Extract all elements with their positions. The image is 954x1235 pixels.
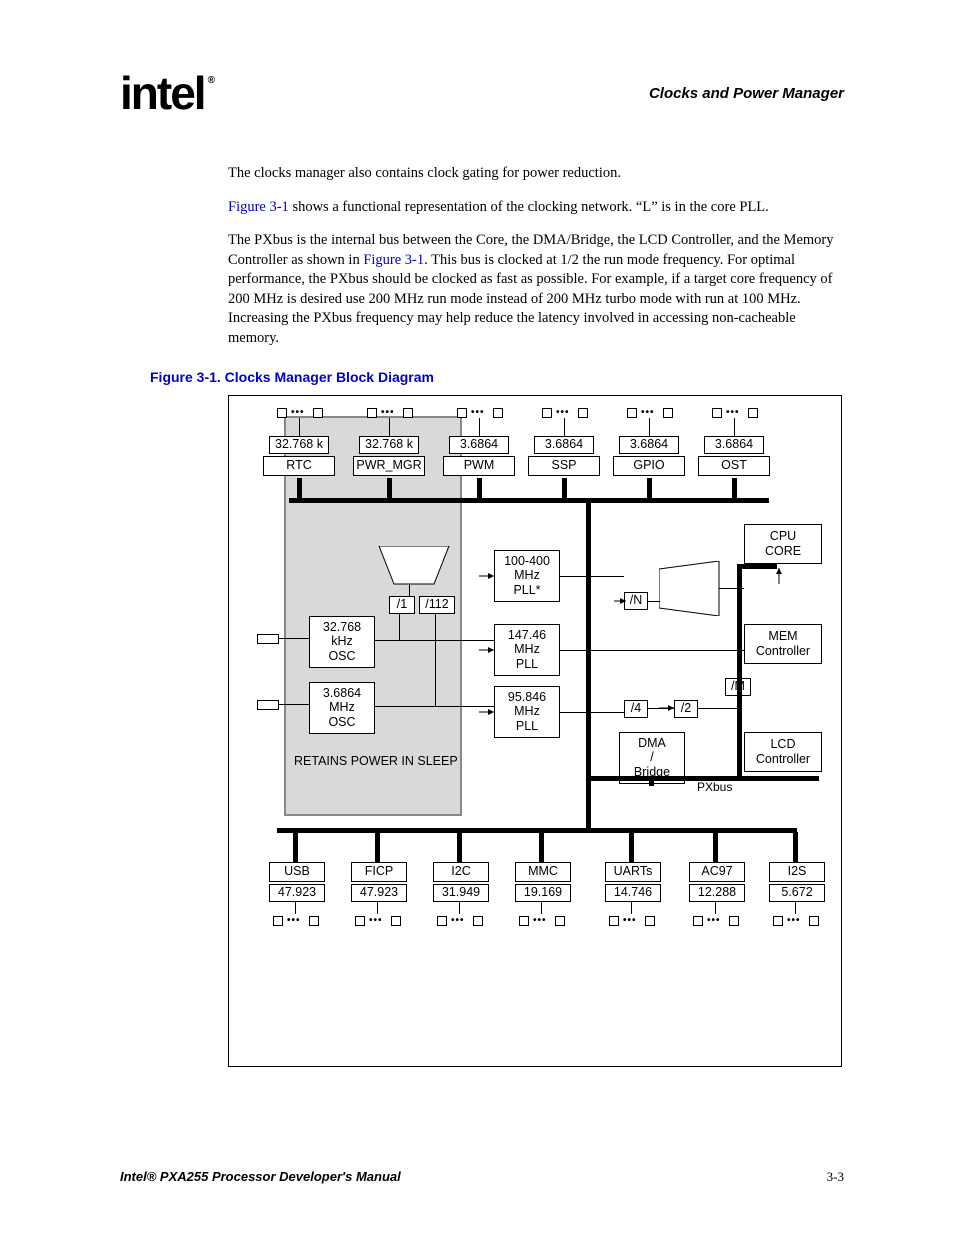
para-1: The clocks manager also contains clock g… [228, 164, 844, 184]
gate-tick [457, 408, 467, 418]
gate-tick [729, 916, 739, 926]
div-2: /2 [674, 700, 698, 718]
sleep-label: RETAINS POWER IN SLEEP [294, 754, 458, 768]
gate-dots: ••• [641, 407, 655, 418]
gate-dots: ••• [707, 915, 721, 926]
freq-box-ssp: 3.6864 [534, 436, 594, 454]
gate-tick [391, 916, 401, 926]
freq-box-ficp: 47.923 [351, 884, 407, 902]
freq-box-i2c: 31.949 [433, 884, 489, 902]
div-1: /1 [389, 596, 415, 614]
body-text: The clocks manager also contains clock g… [228, 164, 844, 349]
block-gpio: GPIO [613, 456, 685, 476]
gate-tick [542, 408, 552, 418]
freq-box-ost: 3.6864 [704, 436, 764, 454]
mux-left [369, 546, 459, 586]
gate-dots: ••• [533, 915, 547, 926]
freq-box-ac97: 12.288 [689, 884, 745, 902]
cpu-core: CPUCORE [744, 524, 822, 564]
gate-tick [809, 916, 819, 926]
gate-dots: ••• [369, 915, 383, 926]
block-i2c: I2C [433, 862, 489, 882]
freq-box-usb: 47.923 [269, 884, 325, 902]
lcd-controller: LCDController [744, 732, 822, 772]
gate-tick [555, 916, 565, 926]
gate-tick [437, 916, 447, 926]
freq-box-mmc: 19.169 [515, 884, 571, 902]
para-3: The PXbus is the internal bus between th… [228, 231, 844, 348]
gate-dots: ••• [787, 915, 801, 926]
pll-100-400: 100-400MHzPLL* [494, 550, 560, 602]
osc-3mhz: 3.6864MHzOSC [309, 682, 375, 734]
gate-dots: ••• [623, 915, 637, 926]
gate-tick [367, 408, 377, 418]
gate-tick [273, 916, 283, 926]
clocks-diagram: ••• 32.768 k RTC ••• 32.768 k PWR_MGR ••• 3.686… [228, 395, 842, 1067]
gate-tick [309, 916, 319, 926]
gate-tick [493, 408, 503, 418]
gate-tick [578, 408, 588, 418]
para-2-text: shows a functional representation of the… [289, 199, 769, 215]
fig-xref-1[interactable]: Figure 3-1 [228, 199, 289, 215]
gate-dots: ••• [381, 407, 395, 418]
gate-dots: ••• [726, 407, 740, 418]
gate-tick [519, 916, 529, 926]
freq-box-uarts: 14.746 [605, 884, 661, 902]
block-rtc: RTC [263, 456, 335, 476]
pxbus-label: PXbus [697, 780, 732, 794]
intel-logo: intel [120, 70, 210, 116]
gate-dots: ••• [291, 407, 305, 418]
gate-dots: ••• [287, 915, 301, 926]
gate-tick [663, 408, 673, 418]
xtal-stub-1 [257, 634, 279, 644]
para-2: Figure 3-1 shows a functional representa… [228, 198, 844, 218]
freq-box-pwm: 3.6864 [449, 436, 509, 454]
block-ost: OST [698, 456, 770, 476]
div-112: /112 [419, 596, 455, 614]
gate-tick [645, 916, 655, 926]
xtal-stub-2 [257, 700, 279, 710]
gate-dots: ••• [556, 407, 570, 418]
block-pwr_mgr: PWR_MGR [353, 456, 425, 476]
freq-box-pwr_mgr: 32.768 k [359, 436, 419, 454]
gate-tick [712, 408, 722, 418]
gate-tick [473, 916, 483, 926]
footer-page-number: 3-3 [827, 1169, 844, 1185]
div-4: /4 [624, 700, 648, 718]
gate-tick [277, 408, 287, 418]
block-pwm: PWM [443, 456, 515, 476]
gate-tick [313, 408, 323, 418]
gate-dots: ••• [471, 407, 485, 418]
figure-caption: Figure 3-1. Clocks Manager Block Diagram [150, 369, 844, 385]
gate-tick [773, 916, 783, 926]
gate-tick [748, 408, 758, 418]
gate-dots: ••• [451, 915, 465, 926]
div-n: /N [624, 592, 648, 610]
block-ac97: AC97 [689, 862, 745, 882]
pll-147: 147.46MHzPLL [494, 624, 560, 676]
pll-95: 95.846MHzPLL [494, 686, 560, 738]
chapter-title: Clocks and Power Manager [649, 85, 844, 102]
mem-controller: MEMController [744, 624, 822, 664]
block-uarts: UARTs [605, 862, 661, 882]
freq-box-i2s: 5.672 [769, 884, 825, 902]
osc-32khz: 32.768kHzOSC [309, 616, 375, 668]
gate-tick [609, 916, 619, 926]
freq-box-gpio: 3.6864 [619, 436, 679, 454]
block-ssp: SSP [528, 456, 600, 476]
block-usb: USB [269, 862, 325, 882]
gate-tick [693, 916, 703, 926]
gate-tick [355, 916, 365, 926]
freq-box-rtc: 32.768 k [269, 436, 329, 454]
gate-tick [403, 408, 413, 418]
block-ficp: FICP [351, 862, 407, 882]
block-i2s: I2S [769, 862, 825, 882]
fig-xref-2[interactable]: Figure 3-1 [363, 252, 424, 268]
footer-manual-title: Intel® PXA255 Processor Developer's Manu… [120, 1169, 401, 1185]
block-mmc: MMC [515, 862, 571, 882]
gate-tick [627, 408, 637, 418]
